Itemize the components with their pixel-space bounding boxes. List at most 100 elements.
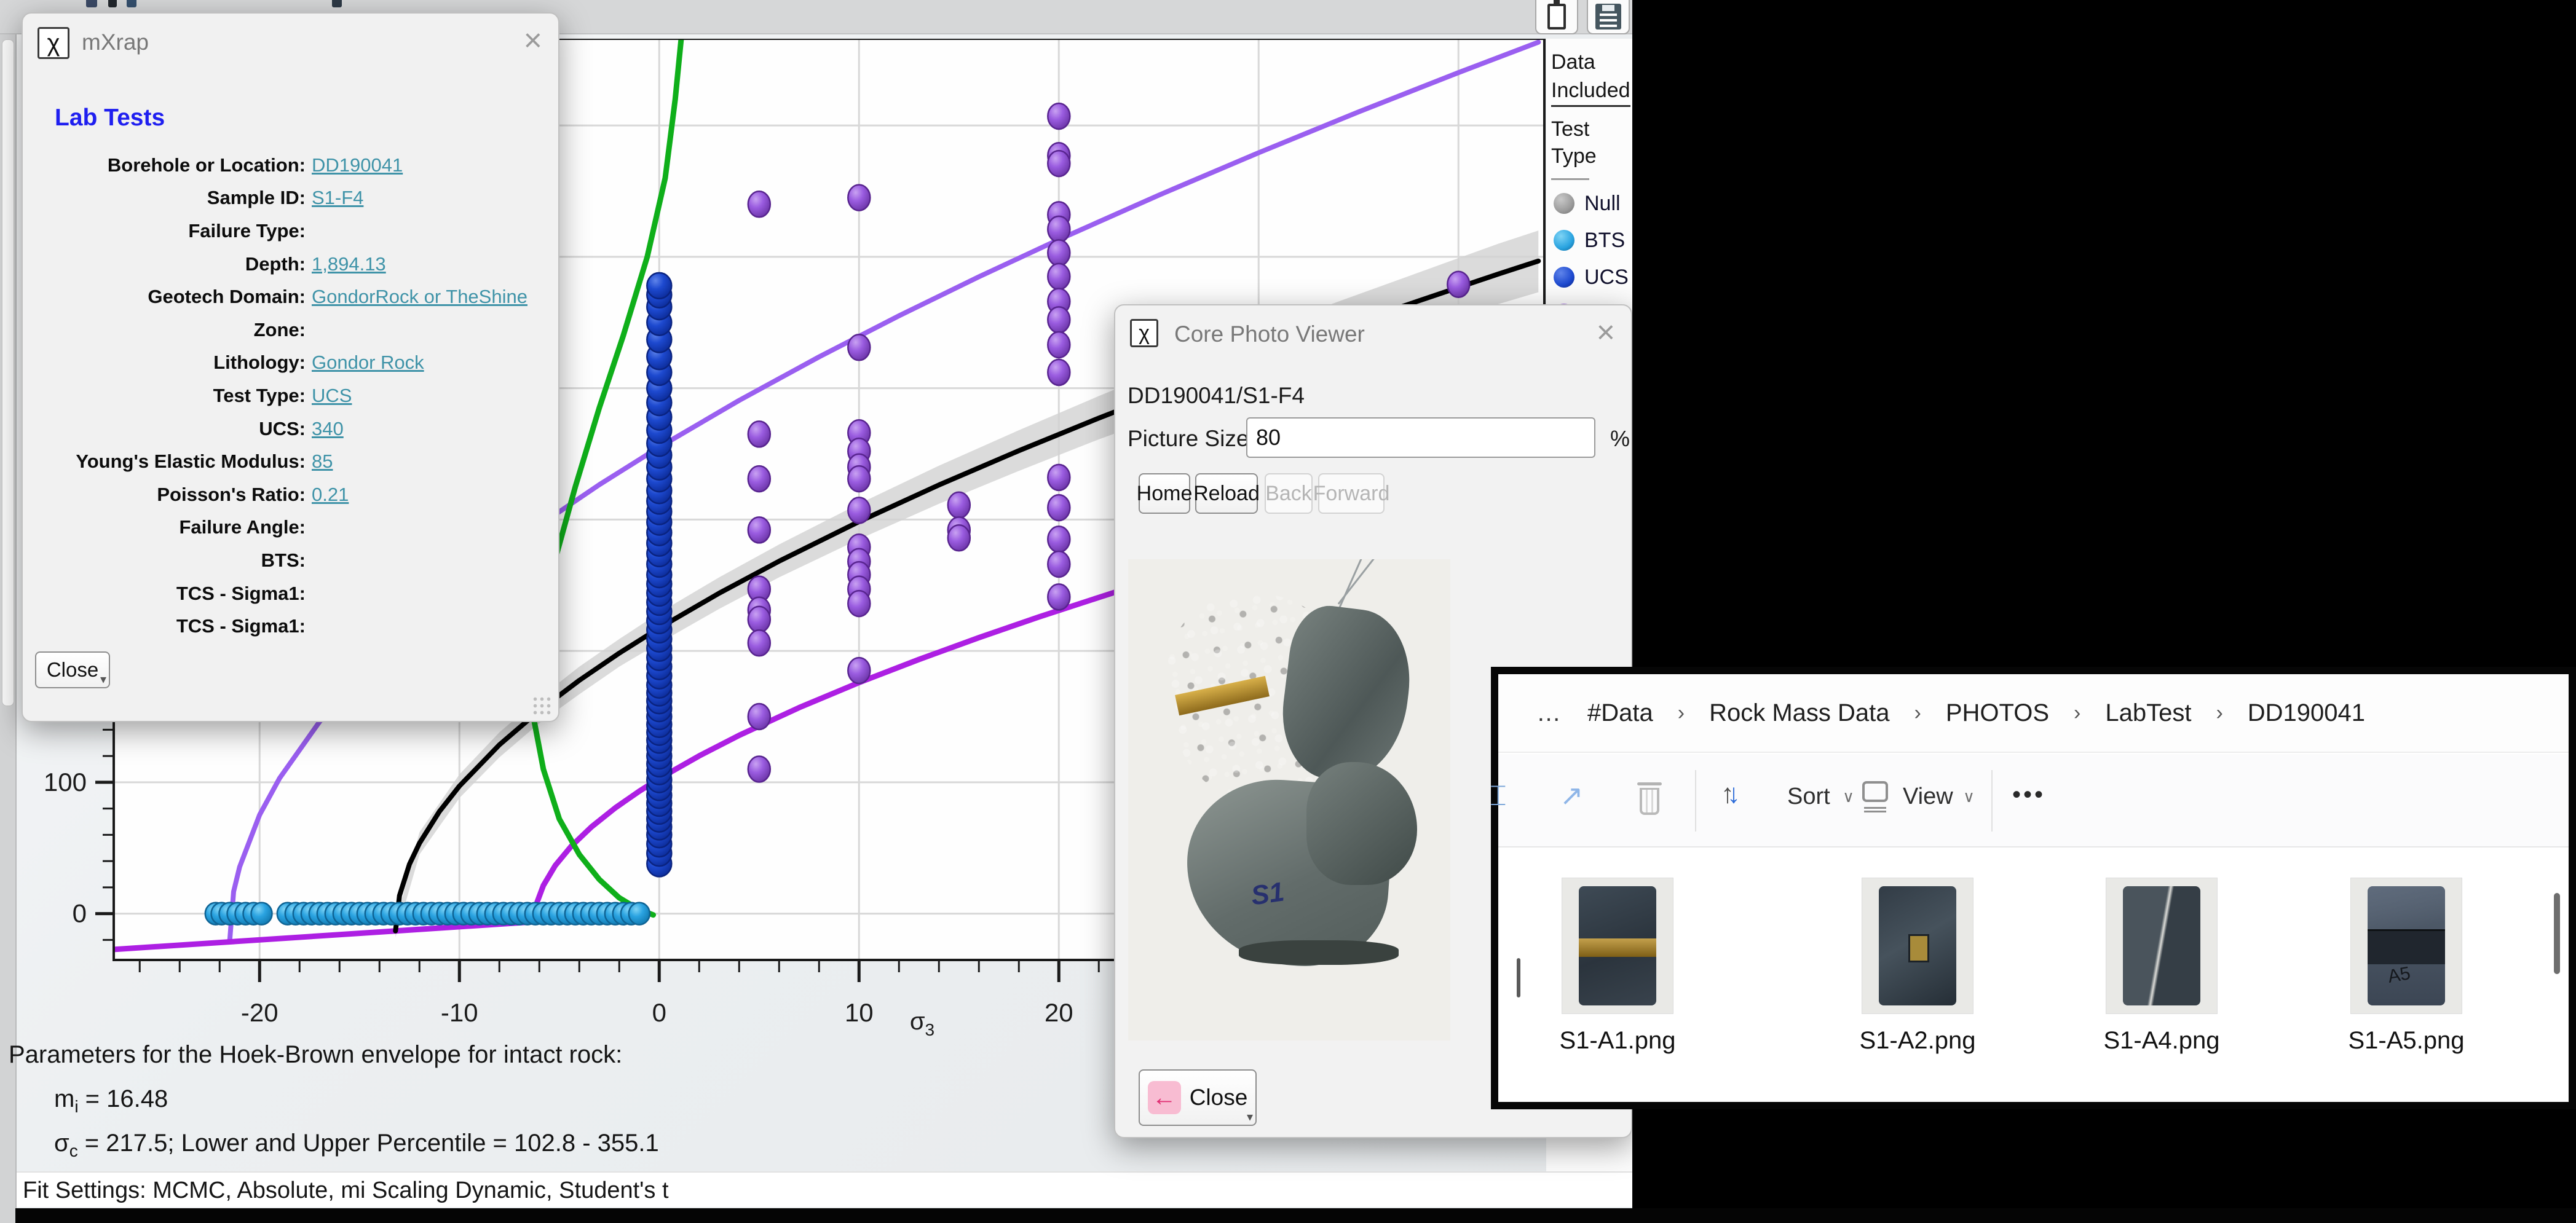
sort-button[interactable]: Sort <box>1787 784 1830 810</box>
field-link[interactable]: 85 <box>312 450 333 473</box>
field-row: Failure Angle: <box>34 511 550 545</box>
scrollbar-thumb[interactable] <box>2554 893 2560 974</box>
field-row: Sample ID:S1-F4 <box>34 182 550 215</box>
clipped-toolbar-icon <box>127 0 136 7</box>
fit-settings-text: Fit Settings: MCMC, Absolute, mi Scaling… <box>23 1178 669 1204</box>
ucs-marker-icon <box>1554 267 1574 288</box>
new-view-button[interactable] <box>1535 0 1578 34</box>
toolbar-divider <box>1695 770 1696 832</box>
field-link[interactable]: 1,894.13 <box>312 253 386 275</box>
field-row: Zone: <box>34 313 550 347</box>
chevron-down-icon: ▾ <box>1247 1109 1253 1125</box>
field-row: UCS:340 <box>34 412 550 446</box>
chevron-right-icon: › <box>1914 701 1921 725</box>
sort-icon[interactable]: ↑↓ <box>1721 779 1740 809</box>
svg-text:100: 100 <box>44 768 87 796</box>
close-icon[interactable]: × <box>524 25 542 57</box>
explorer-file-list: S1-A1.png S1-A2.png S1-A4.png S1-A5.png <box>1498 849 2569 1102</box>
svg-text:20: 20 <box>1045 998 1073 1027</box>
breadcrumb-item[interactable]: DD190041 <box>2248 699 2365 727</box>
file-thumbnail <box>2106 878 2217 1013</box>
section-title: Lab Tests <box>55 104 165 132</box>
breadcrumb-item[interactable]: PHOTOS <box>1946 699 2049 727</box>
left-scrollbar-thumb[interactable] <box>2 39 14 706</box>
breadcrumb-item[interactable]: #Data <box>1587 699 1653 727</box>
field-link[interactable]: UCS <box>312 385 352 407</box>
sigmac-parameter-value: σc = 217.5; Lower and Upper Percentile =… <box>54 1130 659 1161</box>
forward-button[interactable]: Forward <box>1318 473 1385 514</box>
file-thumbnail <box>2351 878 2462 1013</box>
chevron-right-icon: › <box>2074 701 2080 725</box>
breadcrumb-item[interactable]: Rock Mass Data <box>1709 699 1889 727</box>
field-row: Test Type:UCS <box>34 379 550 412</box>
rock-fragment <box>1306 762 1417 885</box>
legend-item-bts[interactable]: BTS <box>1554 227 1632 254</box>
legend-divider <box>1551 178 1589 180</box>
file-item[interactable]: S1-A4.png <box>2063 878 2260 1055</box>
file-item[interactable]: S1-A1.png <box>1519 878 1716 1055</box>
fit-settings-bar: Fit Settings: MCMC, Absolute, mi Scaling… <box>17 1171 1632 1207</box>
clipped-toolbar-icon <box>108 0 117 7</box>
breadcrumb-overflow-button[interactable]: … <box>1536 699 1563 727</box>
legend-header: Included <box>1551 77 1632 107</box>
resize-grip[interactable] <box>531 695 552 716</box>
svg-text:10: 10 <box>845 998 874 1027</box>
chevron-right-icon: › <box>1678 701 1685 725</box>
chevron-right-icon: › <box>2216 701 2222 725</box>
field-link[interactable]: DD190041 <box>312 154 403 176</box>
save-button[interactable] <box>1587 0 1630 34</box>
close-icon[interactable]: × <box>1597 317 1615 348</box>
home-button[interactable]: Home <box>1139 473 1190 514</box>
svg-text:-20: -20 <box>241 998 279 1027</box>
more-options-button[interactable]: ••• <box>2012 781 2045 809</box>
field-row: Failure Type: <box>34 214 550 248</box>
view-icon[interactable] <box>1862 781 1888 802</box>
clipped-toolbar-icon <box>332 0 342 7</box>
file-name: S1-A2.png <box>1859 1027 1975 1055</box>
dialog-titlebar[interactable]: χ Core Photo Viewer × <box>1115 305 1631 364</box>
rename-icon[interactable]: ⌶ <box>1490 779 1507 813</box>
delete-icon[interactable] <box>1636 782 1663 817</box>
chevron-down-icon: ∨ <box>1963 787 1975 806</box>
field-row: BTS: <box>34 544 550 577</box>
dialog-titlebar[interactable]: χ mXrap × <box>23 14 558 72</box>
toolbar-divider <box>1991 770 1993 832</box>
field-row: Poisson's Ratio:0.21 <box>34 478 550 511</box>
breadcrumb-item[interactable]: LabTest <box>2105 699 2191 727</box>
screen: -20-100102030400100200300400500600σ3 Dat… <box>0 0 2576 1223</box>
field-link[interactable]: S1-F4 <box>312 187 363 209</box>
field-row: Depth:1,894.13 <box>34 248 550 281</box>
back-button[interactable]: Back <box>1265 473 1313 514</box>
reload-button[interactable]: Reload <box>1195 473 1258 514</box>
clipped-toolbar-icon <box>86 0 97 7</box>
legend-item-null[interactable]: Null <box>1554 190 1632 217</box>
blacked-out-region <box>15 1208 2576 1223</box>
legend-header: Data <box>1551 49 1632 76</box>
mxrap-logo-icon: χ <box>38 27 69 59</box>
explorer-toolbar: ⌶ ↗ ↑↓ Sort ∨ View ∨ ••• <box>1498 754 2569 847</box>
chevron-down-icon: ▾ <box>100 672 106 687</box>
file-item[interactable]: S1-A2.png <box>1819 878 2016 1055</box>
share-icon[interactable]: ↗ <box>1560 779 1584 812</box>
field-row: Lithology:Gondor Rock <box>34 347 550 380</box>
file-name: S1-A4.png <box>2103 1027 2219 1055</box>
rock-shadow <box>1239 940 1399 965</box>
field-link[interactable]: GondorRock or TheShine <box>312 286 527 308</box>
picture-size-input[interactable]: 80 <box>1246 417 1595 458</box>
file-item[interactable]: S1-A5.png <box>2308 878 2505 1055</box>
file-thumbnail <box>1562 878 1673 1013</box>
close-button[interactable]: Close ▾ <box>35 651 110 688</box>
field-row: Young's Elastic Modulus:85 <box>34 445 550 478</box>
lab-test-fields: Borehole or Location:DD190041 Sample ID:… <box>34 149 550 643</box>
field-link[interactable]: 0.21 <box>312 484 349 506</box>
chevron-down-icon: ∨ <box>1843 787 1854 806</box>
breadcrumb: … #Data › Rock Mass Data › PHOTOS › LabT… <box>1498 674 2569 753</box>
mxrap-logo-icon: χ <box>1130 319 1158 347</box>
view-button[interactable]: View <box>1903 784 1953 810</box>
legend-item-ucs[interactable]: UCS <box>1554 264 1632 291</box>
field-link[interactable]: Gondor Rock <box>312 352 424 374</box>
field-link[interactable]: 340 <box>312 418 344 440</box>
back-arrow-icon: ← <box>1148 1081 1181 1114</box>
close-button[interactable]: ← Close ▾ <box>1139 1069 1257 1126</box>
field-row: TCS - Sigma1: <box>34 577 550 610</box>
